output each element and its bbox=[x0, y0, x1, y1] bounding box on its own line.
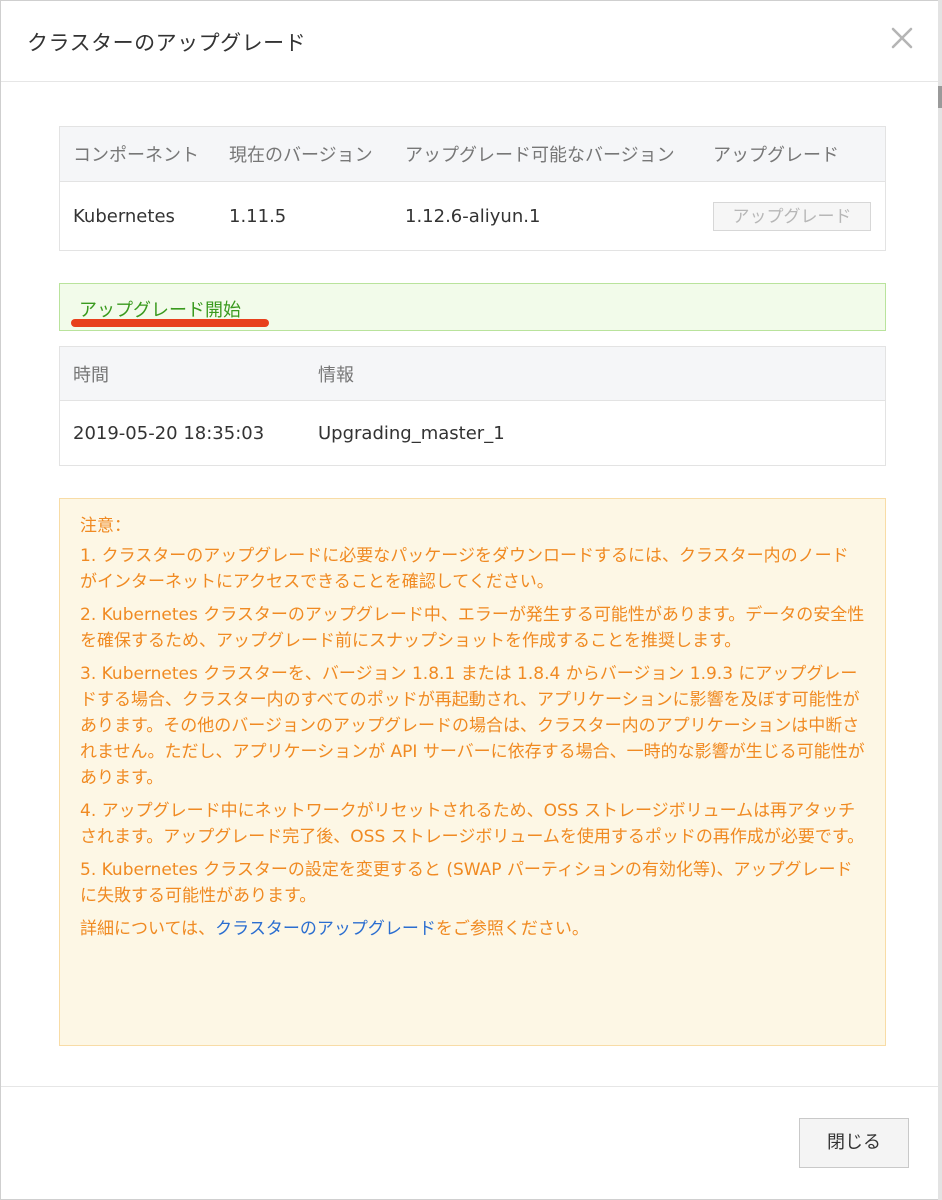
upgrade-cell: アップグレード bbox=[700, 182, 886, 251]
details-prefix: 詳細については、 bbox=[80, 919, 216, 939]
notice-details: 詳細については、クラスターのアップグレードをご参照ください。 bbox=[80, 916, 865, 942]
close-button[interactable]: 閉じる bbox=[799, 1118, 909, 1168]
log-table-header-row: 時間 情報 bbox=[59, 346, 886, 401]
upgrade-log-table: 時間 情報 2019-05-20 18:35:03 Upgrading_mast… bbox=[59, 346, 886, 466]
notice-item-2: 2. Kubernetes クラスターのアップグレード中、エラーが発生する可能性… bbox=[80, 605, 865, 651]
notice-heading: 注意： bbox=[80, 516, 131, 536]
current-version: 1.11.5 bbox=[229, 205, 287, 227]
column-header-upgrade: アップグレード bbox=[700, 126, 886, 182]
column-header-available-version: アップグレード可能なバージョン bbox=[392, 126, 700, 182]
highlight-underline bbox=[71, 319, 269, 327]
dialog-header: クラスターのアップグレード bbox=[1, 1, 941, 82]
cluster-upgrade-link[interactable]: クラスターのアップグレード bbox=[215, 919, 436, 939]
notice-item-4: 4. アップグレード中にネットワークがリセットされるため、OSS ストレージボリ… bbox=[80, 801, 865, 847]
log-time: 2019-05-20 18:35:03 bbox=[73, 422, 265, 444]
details-suffix: をご参照ください。 bbox=[435, 919, 589, 939]
column-header-time: 時間 bbox=[59, 346, 305, 401]
column-header-info: 情報 bbox=[305, 346, 886, 401]
dialog-title: クラスターのアップグレード bbox=[27, 31, 307, 55]
column-header-current-version: 現在のバージョン bbox=[216, 126, 392, 182]
notice-item-5: 5. Kubernetes クラスターの設定を変更すると (SWAP パーティシ… bbox=[80, 860, 853, 906]
table-row: Kubernetes 1.11.5 1.12.6-aliyun.1 アップグレー… bbox=[60, 182, 886, 251]
close-icon-glyph bbox=[891, 27, 913, 49]
upgrade-table: コンポーネント 現在のバージョン アップグレード可能なバージョン アップグレード… bbox=[59, 126, 886, 251]
log-info: Upgrading_master_1 bbox=[318, 422, 505, 444]
available-version: 1.12.6-aliyun.1 bbox=[405, 205, 541, 227]
scrollbar-mark bbox=[938, 86, 942, 108]
notice-box: 注意： 1. クラスターのアップグレードに必要なパッケージをダウンロードするには… bbox=[59, 498, 886, 1046]
column-header-component: コンポーネント bbox=[59, 126, 216, 182]
notice-item-3: 3. Kubernetes クラスターを、バージョン 1.8.1 または 1.8… bbox=[80, 664, 865, 788]
upgrade-table-header-row: コンポーネント 現在のバージョン アップグレード可能なバージョン アップグレード bbox=[59, 126, 886, 182]
close-icon[interactable] bbox=[889, 25, 915, 51]
component-name: Kubernetes bbox=[73, 205, 175, 227]
table-row: 2019-05-20 18:35:03 Upgrading_master_1 bbox=[60, 401, 886, 466]
upgrade-dialog: クラスターのアップグレード コンポーネント 現在のバージョン アップグレード可能… bbox=[0, 0, 942, 1200]
upgrade-button[interactable]: アップグレード bbox=[713, 201, 871, 231]
dialog-footer: 閉じる bbox=[1, 1086, 941, 1200]
background-scrollbar bbox=[938, 0, 942, 1200]
notice-item-1: 1. クラスターのアップグレードに必要なパッケージをダウンロードするには、クラス… bbox=[80, 546, 849, 592]
